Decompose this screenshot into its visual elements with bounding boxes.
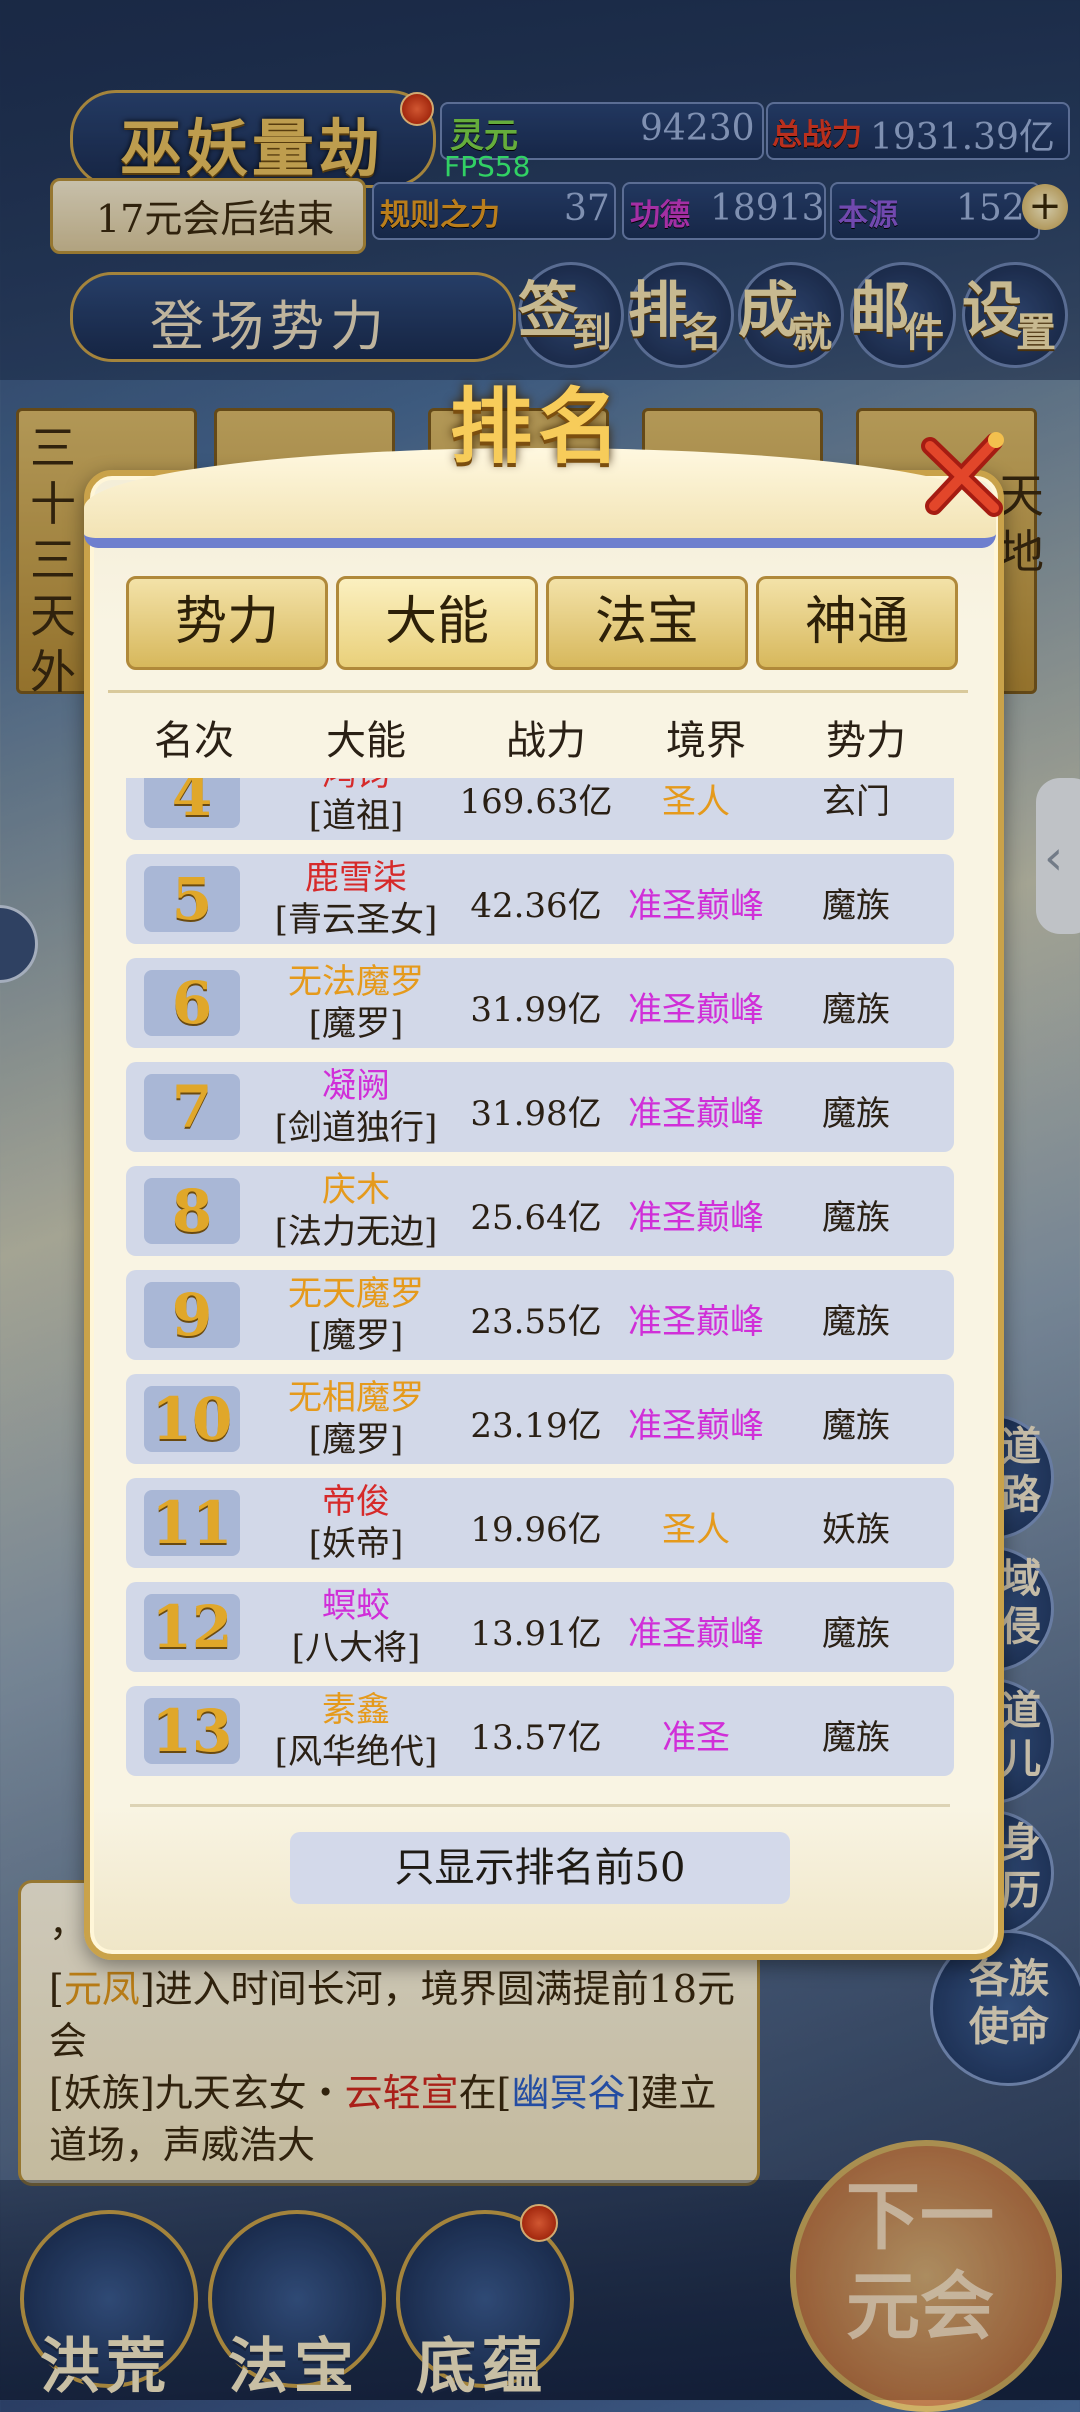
character-title: [道祖] — [308, 796, 404, 836]
realm-value: 准圣巅峰 — [628, 1406, 764, 1446]
table-row[interactable]: 7 凝阙 [剑道独行] 31.98亿 准圣巅峰 魔族 — [126, 1062, 954, 1152]
header-realm: 境界 — [666, 718, 746, 764]
character-name: 鹿雪柒 — [305, 858, 407, 898]
ranking-list[interactable]: 4鸿钧[道祖]169.63亿圣人玄门5鹿雪柒[青云圣女]42.36亿准圣巅峰魔族… — [126, 778, 954, 1788]
power-value: 42.36亿 — [470, 886, 602, 926]
realm-value: 准圣巅峰 — [628, 1614, 764, 1654]
power-value: 23.55亿 — [470, 1302, 602, 1342]
table-row[interactable]: 12 螟蛟 [八大将] 13.91亿 准圣巅峰 魔族 — [126, 1582, 954, 1672]
character-title: [法力无边] — [274, 1212, 438, 1252]
rank-badge: 12 — [144, 1594, 240, 1660]
character-title: [魔罗] — [308, 1420, 404, 1460]
character-title: [八大将] — [291, 1628, 421, 1668]
table-row[interactable]: 9 无天魔罗 [魔罗] 23.55亿 准圣巅峰 魔族 — [126, 1270, 954, 1360]
faction-value: 魔族 — [822, 1302, 890, 1342]
tab-divine-art[interactable]: 神通 — [756, 576, 958, 670]
faction-value: 魔族 — [822, 990, 890, 1030]
character-name: 鸿钧 — [256, 778, 456, 794]
character-name: 庆木 — [322, 1170, 390, 1210]
faction-value: 魔族 — [822, 1198, 890, 1238]
close-icon[interactable] — [912, 424, 1012, 524]
character-name: 螟蛟 — [322, 1586, 390, 1626]
header-divider — [108, 690, 968, 693]
character-title: [剑道独行] — [274, 1108, 438, 1148]
header-power: 战力 — [506, 718, 586, 764]
table-row[interactable]: 8 庆木 [法力无边] 25.64亿 准圣巅峰 魔族 — [126, 1166, 954, 1256]
power-value: 13.91亿 — [470, 1614, 602, 1654]
realm-value: 准圣巅峰 — [628, 886, 764, 926]
header-great-power: 大能 — [326, 718, 406, 764]
realm-value: 准圣巅峰 — [628, 1094, 764, 1134]
dialog-title: 排名 — [450, 379, 627, 475]
table-row[interactable]: 13 素鑫 [风华绝代] 13.57亿 准圣 魔族 — [126, 1686, 954, 1776]
rank-badge: 9 — [144, 1282, 240, 1348]
character-name: 凝阙 — [322, 1066, 390, 1106]
character-title: [魔罗] — [308, 1004, 404, 1044]
rank-badge: 8 — [144, 1178, 240, 1244]
rank-badge: 10 — [144, 1386, 240, 1452]
table-row[interactable]: 4 鸿钧 [道祖] 169.63亿 圣人 玄门 — [126, 778, 954, 840]
table-row[interactable]: 6 无法魔罗 [魔罗] 31.99亿 准圣巅峰 魔族 — [126, 958, 954, 1048]
list-divider — [130, 1804, 950, 1807]
rank-badge: 6 — [144, 970, 240, 1036]
character-name: 无法魔罗 — [288, 962, 424, 1002]
power-value: 31.99亿 — [470, 990, 602, 1030]
tab-faction[interactable]: 势力 — [126, 576, 328, 670]
rank-badge: 5 — [144, 866, 240, 932]
character-title: [妖帝] — [308, 1524, 404, 1564]
faction-value: 魔族 — [822, 1094, 890, 1134]
realm-value: 圣人 — [662, 782, 730, 822]
power-value: 169.63亿 — [459, 782, 613, 822]
faction-value: 魔族 — [822, 1614, 890, 1654]
realm-value: 准圣巅峰 — [628, 1302, 764, 1342]
character-title: [魔罗] — [308, 1316, 404, 1356]
tab-treasure[interactable]: 法宝 — [546, 576, 748, 670]
faction-value: 魔族 — [822, 1718, 890, 1758]
power-value: 19.96亿 — [470, 1510, 602, 1550]
faction-value: 玄门 — [822, 782, 890, 822]
power-value: 31.98亿 — [470, 1094, 602, 1134]
character-title: [青云圣女] — [274, 900, 438, 940]
header-faction: 势力 — [826, 718, 906, 764]
realm-value: 准圣巅峰 — [628, 990, 764, 1030]
faction-value: 魔族 — [822, 1406, 890, 1446]
rank-badge: 7 — [144, 1074, 240, 1140]
rank-badge: 13 — [144, 1698, 240, 1764]
table-row[interactable]: 5 鹿雪柒 [青云圣女] 42.36亿 准圣巅峰 魔族 — [126, 854, 954, 944]
show-top50-button[interactable]: 只显示排名前50 — [290, 1832, 790, 1904]
realm-value: 准圣巅峰 — [628, 1198, 764, 1238]
realm-value: 准圣 — [662, 1718, 730, 1758]
character-name: 帝俊 — [322, 1482, 390, 1522]
power-value: 23.19亿 — [470, 1406, 602, 1446]
character-name: 素鑫 — [322, 1690, 390, 1730]
rank-badge: 11 — [144, 1490, 240, 1556]
tab-great-power[interactable]: 大能 — [336, 576, 538, 670]
faction-value: 魔族 — [822, 886, 890, 926]
character-name: 无天魔罗 — [288, 1274, 424, 1314]
table-row[interactable]: 10 无相魔罗 [魔罗] 23.19亿 准圣巅峰 魔族 — [126, 1374, 954, 1464]
realm-value: 圣人 — [662, 1510, 730, 1550]
character-title: [风华绝代] — [274, 1732, 438, 1772]
rank-badge: 4 — [144, 778, 240, 828]
power-value: 13.57亿 — [470, 1718, 602, 1758]
header-rank: 名次 — [154, 718, 234, 764]
faction-value: 妖族 — [822, 1510, 890, 1550]
table-row[interactable]: 11 帝俊 [妖帝] 19.96亿 圣人 妖族 — [126, 1478, 954, 1568]
character-name: 无相魔罗 — [288, 1378, 424, 1418]
power-value: 25.64亿 — [470, 1198, 602, 1238]
